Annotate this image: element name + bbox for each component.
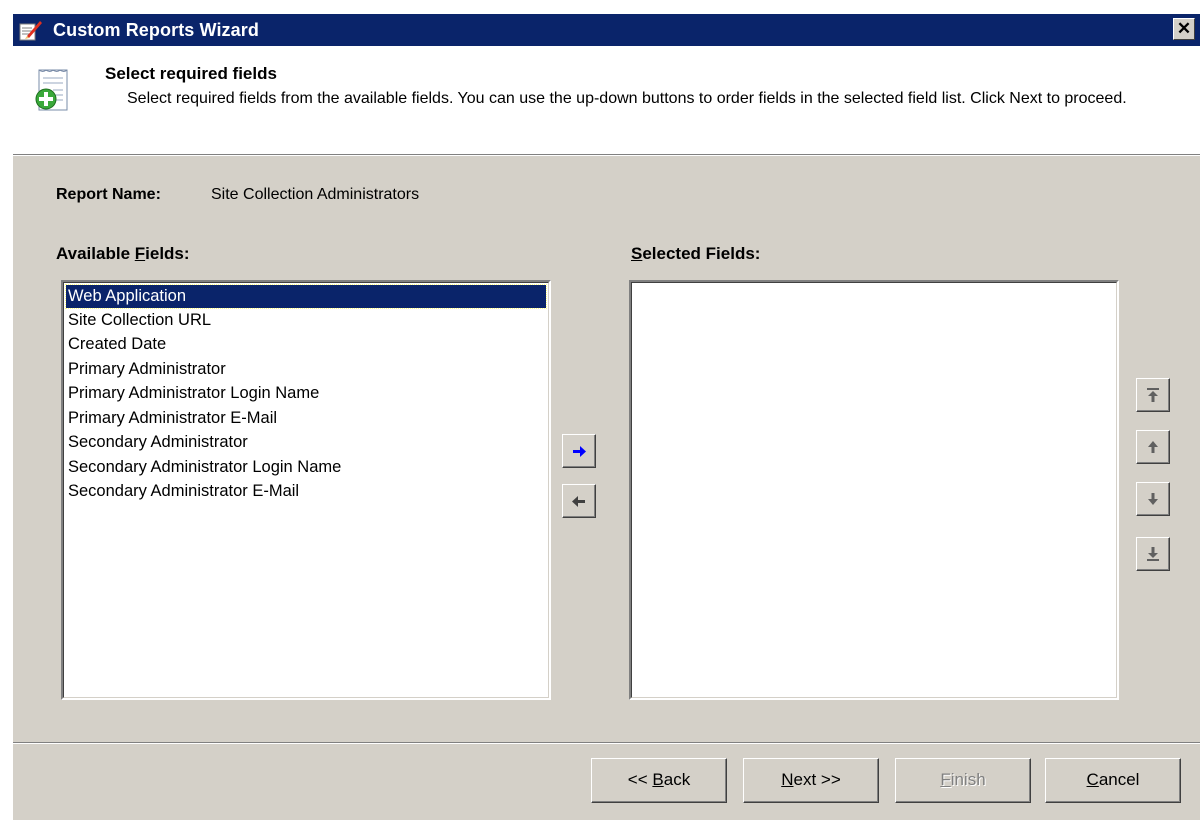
- move-down-button[interactable]: [1136, 482, 1170, 516]
- finish-button: Finish: [895, 758, 1031, 803]
- available-fields-label: Available Fields:: [56, 244, 190, 263]
- move-top-icon: [1147, 388, 1159, 402]
- available-field-item[interactable]: Secondary Administrator Login Name: [64, 455, 548, 480]
- remove-field-button[interactable]: [562, 484, 596, 518]
- move-bottom-button[interactable]: [1136, 537, 1170, 571]
- available-fields-items: Web Application Site Collection URL Create…: [63, 282, 549, 698]
- available-fields-list[interactable]: Web Application Site Collection URL Create…: [61, 280, 551, 700]
- page-title: Select required fields: [105, 64, 277, 83]
- report-wizard-icon: [19, 21, 42, 41]
- footer-divider-highlight: [13, 743, 1200, 744]
- available-field-item[interactable]: Secondary Administrator: [64, 430, 548, 455]
- title-bar[interactable]: Custom Reports Wizard ✕: [13, 14, 1200, 46]
- wizard-window: Custom Reports Wizard ✕ Select required …: [12, 13, 1200, 820]
- move-up-button[interactable]: [1136, 430, 1170, 464]
- page-description: Select required fields from the availabl…: [127, 90, 1127, 107]
- cancel-button[interactable]: Cancel: [1045, 758, 1181, 803]
- available-field-item[interactable]: Secondary Administrator E-Mail: [64, 479, 548, 504]
- window-title: Custom Reports Wizard: [53, 20, 259, 40]
- back-button[interactable]: << Back: [591, 758, 727, 803]
- selected-fields-label: Selected Fields:: [631, 244, 761, 263]
- move-bottom-icon: [1147, 547, 1159, 561]
- arrow-up-icon: [1148, 441, 1158, 453]
- selected-fields-list[interactable]: [629, 280, 1119, 700]
- arrow-right-icon: [573, 446, 586, 457]
- add-field-button[interactable]: [562, 434, 596, 468]
- report-name-label: Report Name:: [56, 186, 161, 203]
- available-field-item[interactable]: Site Collection URL: [64, 308, 548, 333]
- selected-fields-items: [631, 282, 1117, 698]
- header-divider: [13, 155, 1200, 156]
- next-button[interactable]: Next >>: [743, 758, 879, 803]
- arrow-down-icon: [1148, 493, 1158, 505]
- add-report-icon: [35, 69, 68, 111]
- move-top-button[interactable]: [1136, 378, 1170, 412]
- available-field-item[interactable]: Created Date: [64, 332, 548, 357]
- available-field-item[interactable]: Primary Administrator: [64, 357, 548, 382]
- arrow-left-icon: [572, 496, 585, 507]
- available-field-item[interactable]: Web Application: [65, 284, 547, 309]
- close-button[interactable]: ✕: [1173, 18, 1195, 40]
- available-field-item[interactable]: Primary Administrator Login Name: [64, 381, 548, 406]
- report-name-value: Site Collection Administrators: [211, 186, 420, 203]
- wizard-header: Select required fields Select required f…: [13, 46, 1200, 155]
- available-field-item[interactable]: Primary Administrator E-Mail: [64, 406, 548, 431]
